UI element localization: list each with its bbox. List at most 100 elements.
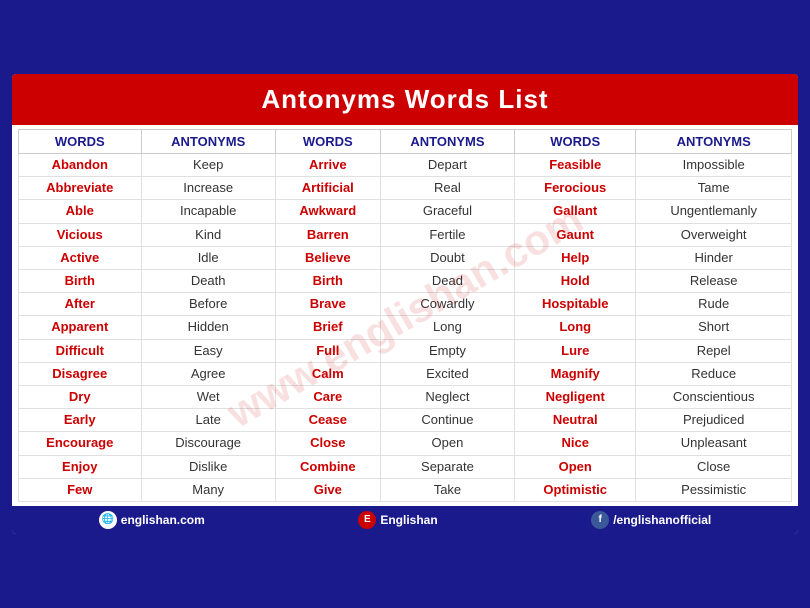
main-card: Antonyms Words List www.englishan.com WO… [8,70,802,538]
word-cell: Birth [19,270,142,293]
word-cell: Optimistic [515,478,636,501]
word-cell: Difficult [19,339,142,362]
antonym-cell: Real [380,177,514,200]
table-row: ActiveIdleBelieveDoubtHelpHinder [19,246,792,269]
word-cell: Abbreviate [19,177,142,200]
table-row: DryWetCareNeglectNegligentConscientious [19,385,792,408]
col-header-1: WORDS [19,130,142,154]
antonym-cell: Depart [380,154,514,177]
word-cell: Artificial [275,177,380,200]
antonym-cell: Kind [141,223,275,246]
antonym-cell: Late [141,409,275,432]
footer-site: 🌐 englishan.com [99,511,205,529]
word-cell: Negligent [515,385,636,408]
word-cell: Full [275,339,380,362]
antonyms-table: WORDS ANTONYMS WORDS ANTONYMS WORDS ANTO… [18,129,792,502]
word-cell: Abandon [19,154,142,177]
table-body: AbandonKeepArriveDepartFeasibleImpossibl… [19,154,792,502]
word-cell: Active [19,246,142,269]
antonym-cell: Keep [141,154,275,177]
antonym-cell: Easy [141,339,275,362]
antonym-cell: Increase [141,177,275,200]
footer-site-text: englishan.com [121,513,205,527]
word-cell: Care [275,385,380,408]
antonym-cell: Hinder [636,246,792,269]
word-cell: Brave [275,293,380,316]
antonym-cell: Idle [141,246,275,269]
antonym-cell: Ungentlemanly [636,200,792,223]
antonym-cell: Agree [141,362,275,385]
col-header-3: WORDS [275,130,380,154]
word-cell: Believe [275,246,380,269]
word-cell: Nice [515,432,636,455]
word-cell: Magnify [515,362,636,385]
antonym-cell: Graceful [380,200,514,223]
word-cell: Feasible [515,154,636,177]
word-cell: Combine [275,455,380,478]
title-bar: Antonyms Words List [12,74,798,125]
antonym-cell: Incapable [141,200,275,223]
word-cell: Vicious [19,223,142,246]
word-cell: Open [515,455,636,478]
col-header-5: WORDS [515,130,636,154]
antonym-cell: Hidden [141,316,275,339]
antonym-cell: Take [380,478,514,501]
table-row: AbbreviateIncreaseArtificialRealFerociou… [19,177,792,200]
page-title: Antonyms Words List [12,84,798,115]
word-cell: Dry [19,385,142,408]
word-cell: Calm [275,362,380,385]
antonym-cell: Long [380,316,514,339]
word-cell: Apparent [19,316,142,339]
word-cell: Gaunt [515,223,636,246]
antonym-cell: Dead [380,270,514,293]
table-row: BirthDeathBirthDeadHoldRelease [19,270,792,293]
antonym-cell: Cowardly [380,293,514,316]
footer-brand-text: Englishan [380,513,437,527]
antonym-cell: Empty [380,339,514,362]
antonym-cell: Dislike [141,455,275,478]
antonym-cell: Release [636,270,792,293]
antonym-cell: Tame [636,177,792,200]
table-container: www.englishan.com WORDS ANTONYMS WORDS A… [12,125,798,506]
table-head: WORDS ANTONYMS WORDS ANTONYMS WORDS ANTO… [19,130,792,154]
antonym-cell: Overweight [636,223,792,246]
footer-social: f /englishanofficial [591,511,711,529]
table-row: FewManyGiveTakeOptimisticPessimistic [19,478,792,501]
table-wrapper: WORDS ANTONYMS WORDS ANTONYMS WORDS ANTO… [12,125,798,506]
antonym-cell: Unpleasant [636,432,792,455]
antonym-cell: Fertile [380,223,514,246]
brand-icon: E [358,511,376,529]
word-cell: Barren [275,223,380,246]
antonym-cell: Repel [636,339,792,362]
word-cell: Enjoy [19,455,142,478]
table-row: ViciousKindBarrenFertileGauntOverweight [19,223,792,246]
word-cell: Long [515,316,636,339]
table-row: ApparentHiddenBriefLongLongShort [19,316,792,339]
word-cell: After [19,293,142,316]
table-row: EncourageDiscourageCloseOpenNiceUnpleasa… [19,432,792,455]
table-row: AfterBeforeBraveCowardlyHospitableRude [19,293,792,316]
col-header-4: ANTONYMS [380,130,514,154]
word-cell: Cease [275,409,380,432]
antonym-cell: Reduce [636,362,792,385]
antonym-cell: Death [141,270,275,293]
antonym-cell: Excited [380,362,514,385]
word-cell: Help [515,246,636,269]
antonym-cell: Open [380,432,514,455]
antonym-cell: Neglect [380,385,514,408]
footer-social-text: /englishanofficial [613,513,711,527]
word-cell: Gallant [515,200,636,223]
word-cell: Birth [275,270,380,293]
col-header-6: ANTONYMS [636,130,792,154]
antonym-cell: Doubt [380,246,514,269]
word-cell: Hold [515,270,636,293]
table-row: AbandonKeepArriveDepartFeasibleImpossibl… [19,154,792,177]
word-cell: Neutral [515,409,636,432]
antonym-cell: Separate [380,455,514,478]
antonym-cell: Pessimistic [636,478,792,501]
antonym-cell: Before [141,293,275,316]
antonym-cell: Wet [141,385,275,408]
facebook-icon: f [591,511,609,529]
word-cell: Brief [275,316,380,339]
antonym-cell: Close [636,455,792,478]
